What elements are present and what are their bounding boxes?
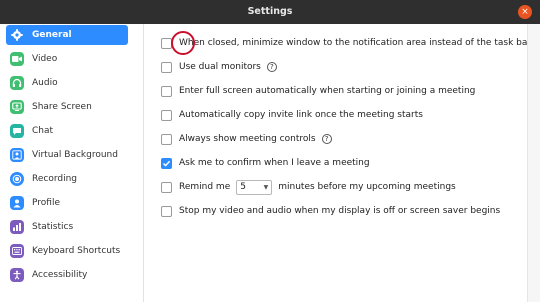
full-screen-checkbox[interactable]: [161, 85, 172, 97]
option-label: When closed, minimize window to the noti…: [179, 38, 532, 48]
settings-sidebar: General Video Audio Share Screen Chat Vi…: [0, 24, 144, 302]
show-meeting-controls-checkbox[interactable]: [161, 133, 172, 145]
sidebar-item-share-screen[interactable]: Share Screen: [6, 97, 128, 117]
chat-icon: [10, 124, 24, 138]
scrollbar[interactable]: [527, 24, 540, 302]
sidebar-item-profile[interactable]: Profile: [6, 193, 128, 213]
sidebar-item-general[interactable]: General: [6, 25, 128, 45]
close-icon[interactable]: ×: [518, 5, 532, 19]
help-icon[interactable]: ?: [266, 62, 277, 72]
sidebar-item-label: Profile: [32, 198, 60, 208]
select-value: 5: [240, 182, 246, 192]
video-icon: [10, 52, 24, 66]
option-dual-monitors: Use dual monitors ?: [161, 60, 277, 74]
headphones-icon: [10, 76, 24, 90]
sidebar-item-label: Video: [32, 54, 58, 64]
option-minimize-to-tray: When closed, minimize window to the noti…: [161, 31, 532, 55]
sidebar-item-label: General: [32, 30, 72, 40]
share-screen-icon: [10, 100, 24, 114]
sidebar-item-label: Chat: [32, 126, 54, 136]
option-copy-invite-link: Automatically copy invite link once the …: [161, 108, 423, 122]
sidebar-item-label: Recording: [32, 174, 78, 184]
sidebar-item-label: Accessibility: [32, 270, 88, 280]
accessibility-icon: [10, 268, 24, 282]
sidebar-item-label: Share Screen: [32, 102, 92, 112]
option-show-meeting-controls: Always show meeting controls ?: [161, 132, 332, 146]
sidebar-item-statistics[interactable]: Statistics: [6, 217, 128, 237]
sidebar-item-accessibility[interactable]: Accessibility: [6, 265, 128, 285]
sidebar-item-recording[interactable]: Recording: [6, 169, 128, 189]
chevron-down-icon: ▼: [263, 183, 269, 191]
sidebar-item-label: Statistics: [32, 222, 74, 232]
option-label-after: minutes before my upcoming meetings: [278, 182, 456, 192]
sidebar-item-virtual-background[interactable]: Virtual Background: [6, 145, 128, 165]
person-background-icon: [10, 148, 24, 162]
record-icon: [10, 172, 24, 186]
confirm-leave-checkbox[interactable]: [161, 157, 172, 169]
general-settings-panel: When closed, minimize window to the noti…: [145, 24, 531, 302]
sidebar-item-chat[interactable]: Chat: [6, 121, 128, 141]
profile-icon: [10, 196, 24, 210]
sidebar-item-label: Virtual Background: [32, 150, 118, 160]
highlight-ring: [171, 31, 195, 55]
keyboard-icon: [10, 244, 24, 258]
copy-invite-link-checkbox[interactable]: [161, 109, 172, 121]
remind-minutes-select[interactable]: 5 ▼: [236, 179, 273, 195]
option-label: Stop my video and audio when my display …: [179, 206, 501, 216]
sidebar-item-video[interactable]: Video: [6, 49, 128, 69]
option-label: Automatically copy invite link once the …: [179, 110, 423, 120]
option-label-before: Remind me: [179, 182, 231, 192]
option-confirm-leave: Ask me to confirm when I leave a meeting: [161, 156, 370, 170]
option-stop-video-audio: Stop my video and audio when my display …: [161, 204, 500, 218]
sidebar-item-keyboard-shortcuts[interactable]: Keyboard Shortcuts: [6, 241, 128, 261]
sidebar-item-audio[interactable]: Audio: [6, 73, 128, 93]
option-label: Always show meeting controls: [179, 134, 316, 144]
help-icon[interactable]: ?: [321, 134, 332, 144]
option-remind-me: Remind me 5 ▼ minutes before my upcoming…: [161, 179, 456, 195]
remind-me-checkbox[interactable]: [161, 181, 172, 193]
option-label: Use dual monitors: [179, 62, 261, 72]
window-title: Settings: [247, 6, 293, 17]
option-label: Enter full screen automatically when sta…: [179, 86, 476, 96]
checkmark-icon: [162, 160, 171, 167]
option-full-screen: Enter full screen automatically when sta…: [161, 84, 475, 98]
option-label: Ask me to confirm when I leave a meeting: [179, 158, 370, 168]
dual-monitors-checkbox[interactable]: [161, 61, 172, 73]
sidebar-item-label: Keyboard Shortcuts: [32, 246, 121, 256]
statistics-icon: [10, 220, 24, 234]
gear-icon: [10, 28, 24, 42]
window-titlebar: Settings ×: [0, 0, 540, 24]
stop-video-audio-checkbox[interactable]: [161, 205, 172, 217]
sidebar-item-label: Audio: [32, 78, 58, 88]
